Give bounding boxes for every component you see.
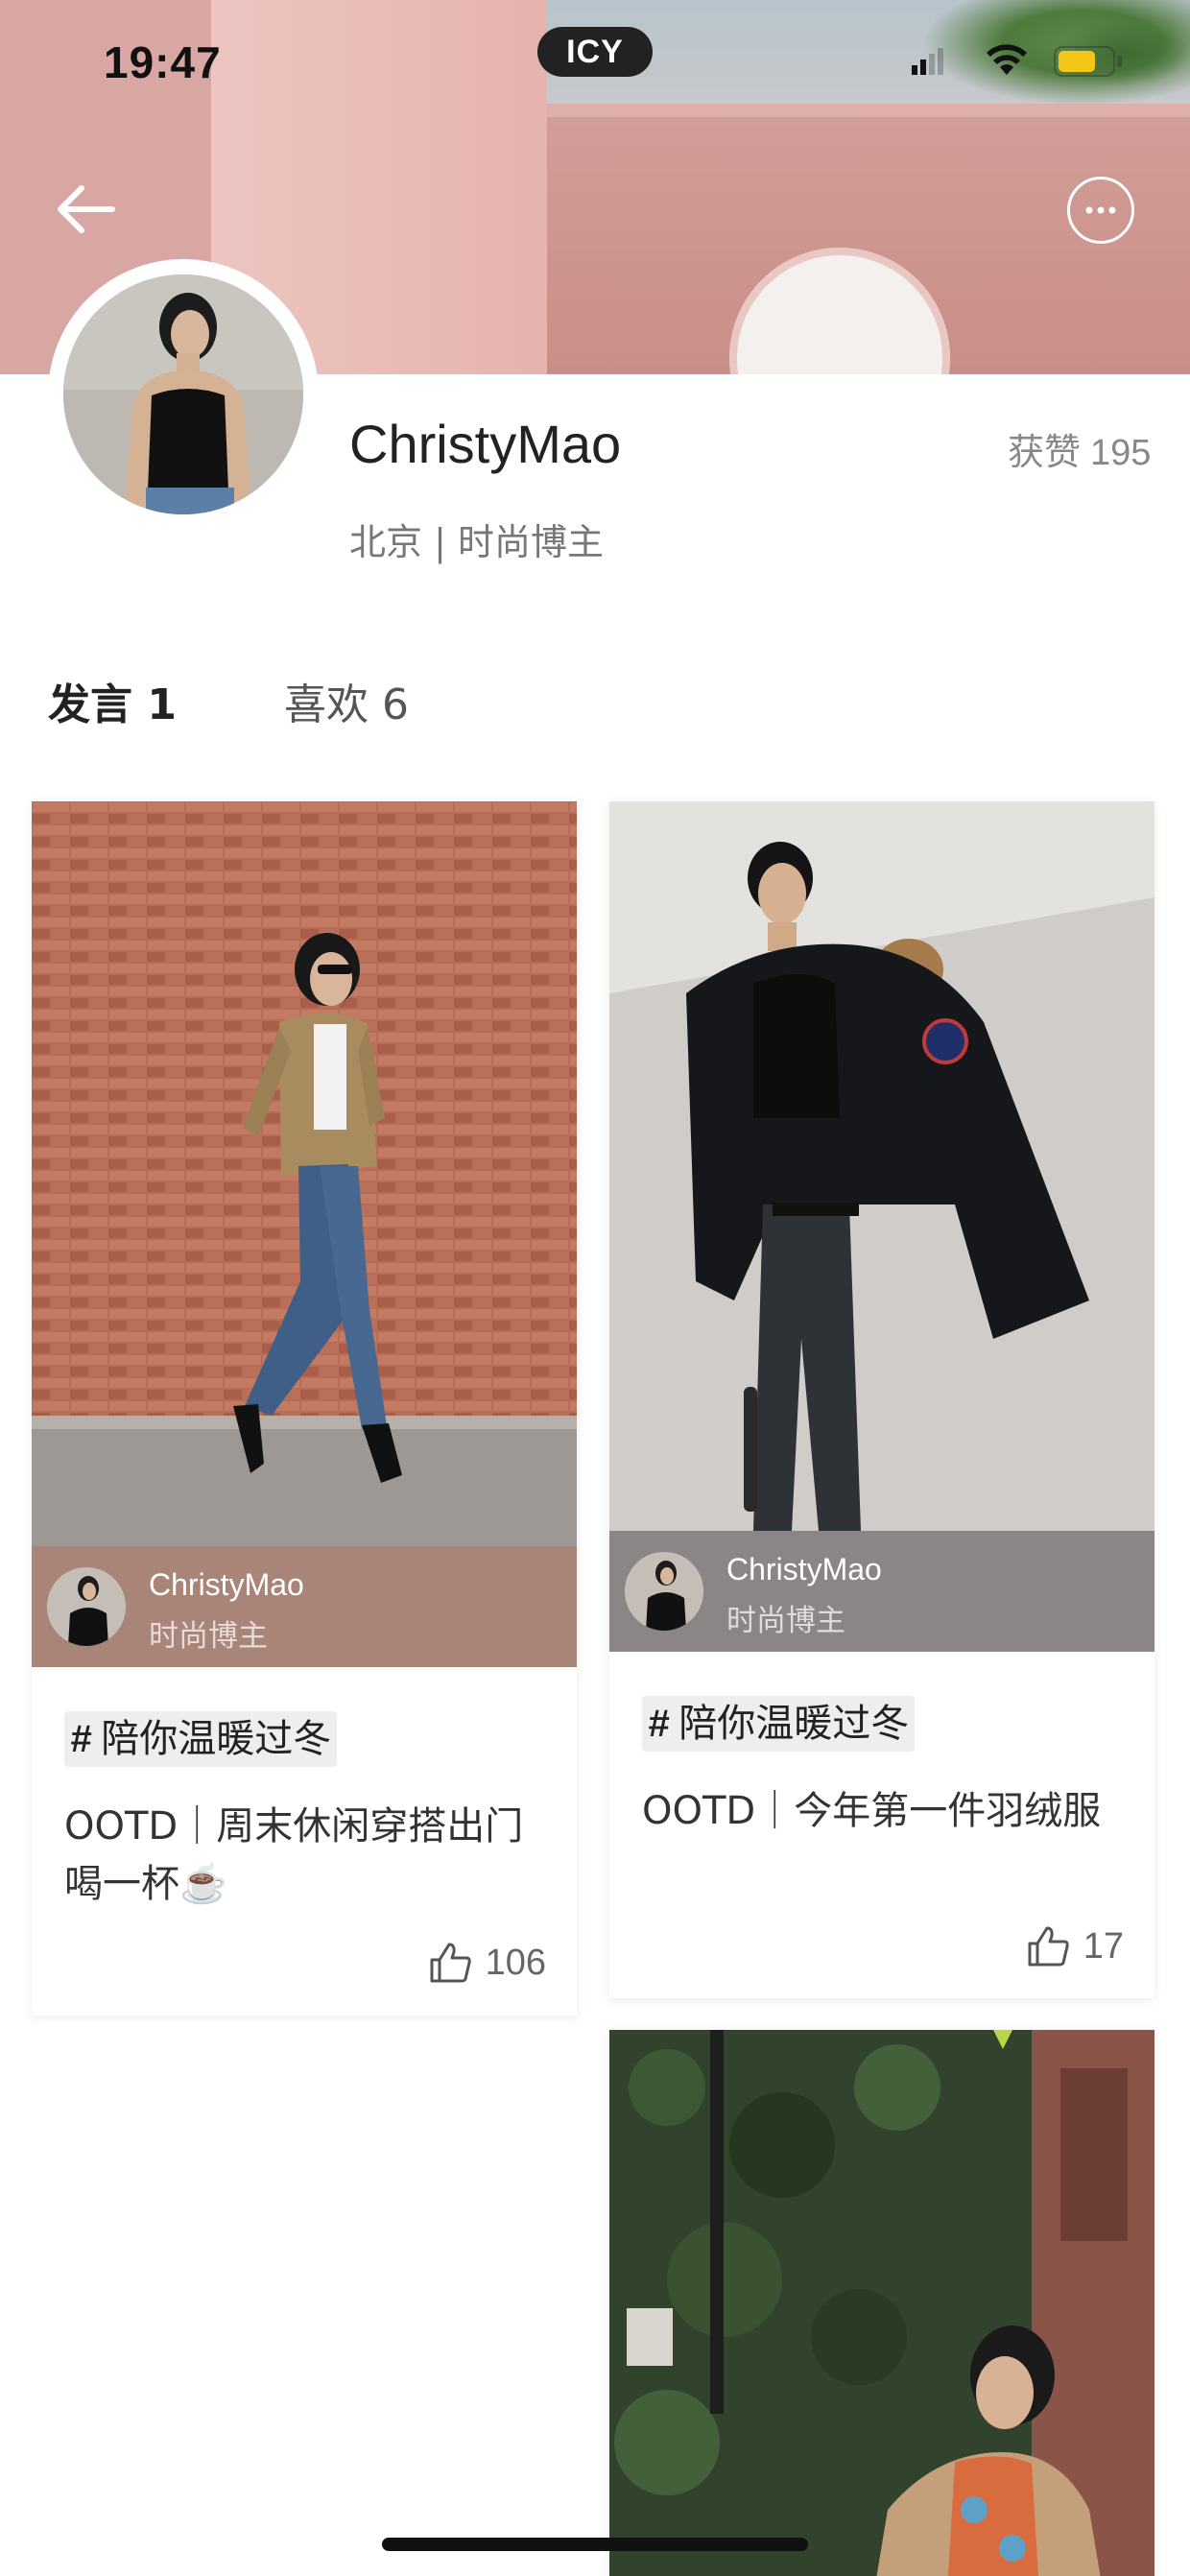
post-card[interactable] xyxy=(609,2030,1154,2576)
home-indicator[interactable] xyxy=(382,2538,808,2551)
post-topic-label: 陪你温暖过冬 xyxy=(101,1717,332,1761)
post-like-count: 106 xyxy=(485,1942,546,1983)
status-time: 19:47 xyxy=(104,37,222,87)
hash-icon: # xyxy=(70,1718,92,1760)
post-author-avatar[interactable] xyxy=(47,1567,126,1646)
likes-total-count: 195 xyxy=(1090,433,1152,473)
post-author-avatar[interactable] xyxy=(625,1552,703,1631)
likes-total: 获赞 195 xyxy=(1008,422,1151,475)
likes-total-label: 获赞 xyxy=(1008,431,1082,473)
username: ChristyMao xyxy=(349,414,622,474)
post-card[interactable]: ChristyMao 时尚博主 # 陪你温暖过冬 OOTD｜今年第一件羽绒服 17 xyxy=(609,801,1154,1998)
signal-icon xyxy=(912,48,943,75)
tab-posts[interactable]: 发言 1 xyxy=(48,670,178,735)
arrow-left-icon xyxy=(58,185,115,233)
thumbs-up-icon xyxy=(1028,1926,1069,1967)
post-caption: OOTD｜今年第一件羽绒服 xyxy=(642,1789,1102,1833)
post-photo-image xyxy=(609,2030,1154,2576)
hash-icon: # xyxy=(648,1703,670,1745)
post-author-name: ChristyMao xyxy=(726,1552,882,1586)
post-photo-image xyxy=(609,801,1154,1531)
tab-likes[interactable]: 喜欢 6 xyxy=(284,670,409,731)
post-author-avatar-image xyxy=(47,1567,126,1646)
post-card[interactable]: ChristyMao 时尚博主 # 陪你温暖过冬 OOTD｜周末休闲穿搭出门喝一杯… xyxy=(32,801,577,2015)
status-carrier-pill: ICY xyxy=(537,27,653,77)
more-options-button[interactable] xyxy=(1067,177,1134,244)
post-topic-label: 陪你温暖过冬 xyxy=(678,1702,910,1746)
post-photo xyxy=(32,801,577,1546)
post-photo xyxy=(609,801,1154,1531)
more-horizontal-icon xyxy=(1085,206,1116,214)
battery-icon xyxy=(1054,46,1122,77)
post-author-role: 时尚博主 xyxy=(726,1604,845,1638)
post-author-bar[interactable]: ChristyMao 时尚博主 xyxy=(32,1546,577,1667)
post-author-bar[interactable]: ChristyMao 时尚博主 xyxy=(609,1531,1154,1652)
post-topic-tag[interactable]: # 陪你温暖过冬 xyxy=(642,1696,916,1752)
avatar[interactable] xyxy=(63,274,303,514)
tab-posts-label: 发言 1 xyxy=(48,680,177,729)
tab-likes-label: 喜欢 6 xyxy=(284,680,409,729)
post-like-button[interactable]: 17 xyxy=(1026,1922,1124,1970)
wifi-icon xyxy=(987,44,1027,75)
avatar-photo xyxy=(63,274,303,514)
post-photo xyxy=(609,2030,1154,2576)
post-photo-image xyxy=(32,801,577,1546)
post-topic-tag[interactable]: # 陪你温暖过冬 xyxy=(64,1711,338,1767)
post-author-name: ChristyMao xyxy=(149,1567,304,1602)
post-like-count: 17 xyxy=(1083,1925,1124,1967)
post-author-role: 时尚博主 xyxy=(149,1619,268,1654)
thumbs-up-icon xyxy=(430,1943,471,1983)
post-author-avatar-image xyxy=(625,1552,703,1631)
profile-bio: 北京 | 时尚博主 xyxy=(349,521,604,563)
back-button[interactable] xyxy=(53,180,120,238)
post-caption: OOTD｜周末休闲穿搭出门喝一杯☕️ xyxy=(64,1804,524,1906)
banner-wall-edge xyxy=(547,104,1190,117)
status-icons xyxy=(912,42,1132,81)
post-like-button[interactable]: 106 xyxy=(428,1939,546,1987)
